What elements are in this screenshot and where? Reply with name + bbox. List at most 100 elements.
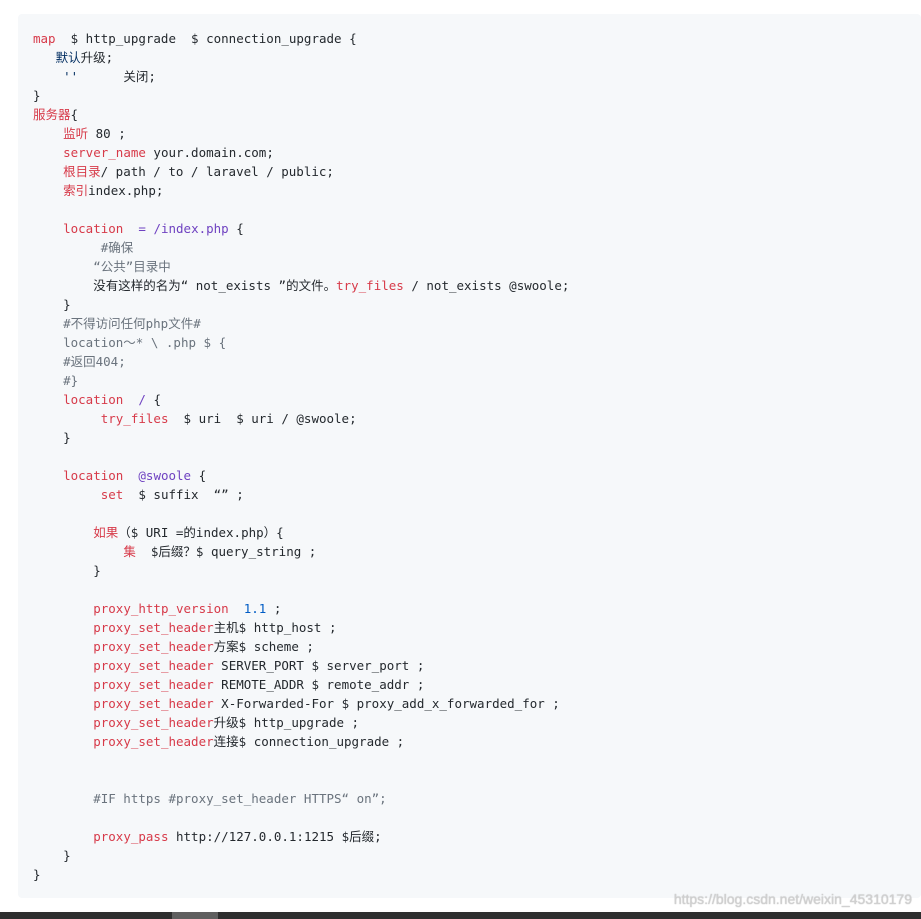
scrollbar-thumb[interactable]: [172, 912, 218, 919]
code-token: @swoole: [138, 468, 192, 483]
code-token: location〜* \ .php $ {: [33, 335, 227, 350]
code-token: proxy_set_header: [93, 696, 214, 711]
code-token: 80 ;: [88, 126, 126, 141]
code-line: #确保: [33, 238, 906, 257]
code-token: = /index.php: [138, 221, 229, 236]
code-token: proxy_pass: [93, 829, 169, 844]
code-token: 集: [123, 544, 136, 559]
code-token: 1.1: [243, 601, 267, 616]
horizontal-scrollbar[interactable]: [0, 912, 921, 919]
code-line: server_name your.domain.com;: [33, 143, 906, 162]
code-token: 关闭;: [78, 69, 156, 84]
code-token: try_files: [336, 278, 404, 293]
code-token: 主机$ http_host ;: [213, 620, 337, 635]
code-token: proxy_set_header: [93, 677, 214, 692]
code-token: location: [63, 392, 124, 407]
code-line: 索引index.php;: [33, 181, 906, 200]
code-line: #}: [33, 371, 906, 390]
code-token: index.php;: [88, 183, 164, 198]
code-token: }: [33, 88, 41, 103]
code-line: location = /index.php {: [33, 219, 906, 238]
code-token: proxy_set_header: [93, 734, 214, 749]
code-token: 监听: [63, 126, 89, 141]
code-line: #返回404;: [33, 352, 906, 371]
code-line: try_files $ uri $ uri / @swoole;: [33, 409, 906, 428]
code-token: #}: [33, 373, 79, 388]
code-token: “公共”目录中: [33, 259, 171, 274]
code-token: location: [63, 468, 124, 483]
code-token: your.domain.com;: [145, 145, 274, 160]
code-line: “公共”目录中: [33, 257, 906, 276]
code-line: 默认升级;: [33, 48, 906, 67]
code-token: / not_exists @swoole;: [403, 278, 570, 293]
code-token: }: [33, 297, 71, 312]
code-token: ;: [266, 601, 282, 616]
code-token: SERVER_PORT $ server_port ;: [213, 658, 425, 673]
code-token: 连接$ connection_upgrade ;: [213, 734, 405, 749]
code-token: REMOTE_ADDR $ remote_addr ;: [213, 677, 425, 692]
code-line: proxy_set_header SERVER_PORT $ server_po…: [33, 656, 906, 675]
code-line: }: [33, 428, 906, 447]
code-token: }: [33, 848, 71, 863]
code-token: proxy_set_header: [93, 620, 214, 635]
code-token: / path / to / laravel / public;: [100, 164, 334, 179]
code-block: map $ http_upgrade $ connection_upgrade …: [18, 14, 921, 898]
code-line: map $ http_upgrade $ connection_upgrade …: [33, 29, 906, 48]
code-line: 集 $后缀？$ query_string ;: [33, 542, 906, 561]
code-line: 服务器{: [33, 105, 906, 124]
code-line: #不得访问任何php文件#: [33, 314, 906, 333]
code-line: }: [33, 561, 906, 580]
code-line: proxy_set_header主机$ http_host ;: [33, 618, 906, 637]
code-token: }: [33, 430, 71, 445]
code-token: proxy_set_header: [93, 715, 214, 730]
code-token: {: [70, 107, 79, 122]
code-token: $ uri $ uri / @swoole;: [168, 411, 357, 426]
code-line: 监听 80 ;: [33, 124, 906, 143]
code-token: 升级$ http_upgrade ;: [213, 715, 360, 730]
code-line: proxy_http_version 1.1 ;: [33, 599, 906, 618]
code-token: $ suffix “” ;: [123, 487, 244, 502]
code-token: location: [63, 221, 124, 236]
code-line: location @swoole {: [33, 466, 906, 485]
code-token: /: [138, 392, 146, 407]
code-line: 没有这样的名为“ not_exists ”的文件。try_files / not…: [33, 276, 906, 295]
code-token: {: [228, 221, 244, 236]
code-token: 索引: [63, 183, 89, 198]
code-token: '': [63, 69, 79, 84]
code-token: 服务器: [33, 107, 71, 122]
code-token: set: [100, 487, 124, 502]
code-line: }: [33, 86, 906, 105]
code-token: #IF https #proxy_set_header HTTPS“ on”;: [33, 791, 387, 806]
code-line: #IF https #proxy_set_header HTTPS“ on”;: [33, 789, 906, 808]
code-line: set $ suffix “” ;: [33, 485, 906, 504]
code-token: 没有这样的名为“ not_exists ”的文件。: [33, 278, 337, 293]
watermark-url: https://blog.csdn.net/weixin_45310179: [673, 891, 912, 907]
code-content: map $ http_upgrade $ connection_upgrade …: [33, 29, 906, 884]
code-line: location〜* \ .php $ {: [33, 333, 906, 352]
code-line: location / {: [33, 390, 906, 409]
